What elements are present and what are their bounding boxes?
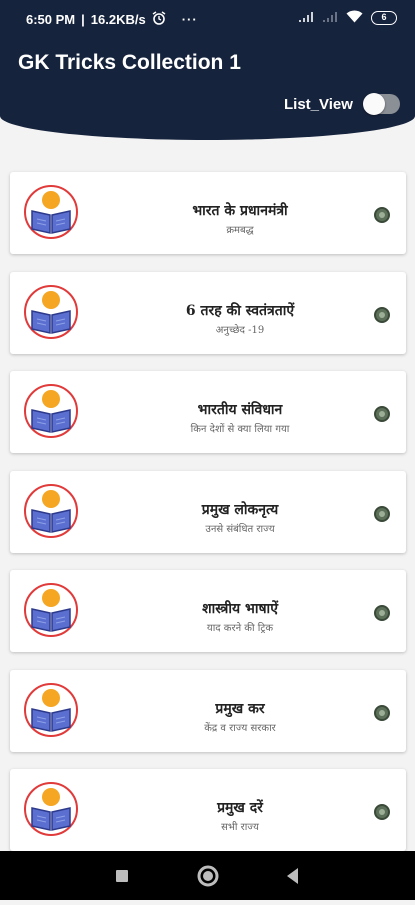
- reader-icon: [31, 688, 71, 732]
- item-title: शास्त्रीय भाषाऐं: [202, 601, 278, 617]
- list-view-toggle[interactable]: [363, 93, 400, 115]
- back-icon: [287, 868, 298, 884]
- list-item[interactable]: शास्त्रीय भाषाऐं याद करने की ट्रिक: [10, 570, 406, 652]
- avatar: [24, 682, 78, 737]
- status-dot-icon: [374, 406, 390, 422]
- list-view-label: List_View: [284, 96, 353, 113]
- status-dot-icon: [374, 207, 390, 223]
- status-left: 6:50 PM | 16.2KB/s ···: [26, 11, 198, 28]
- alarm-icon: [152, 11, 166, 28]
- list-item[interactable]: भारत के प्रधानमंत्री क्रमबद्ध: [10, 172, 406, 254]
- item-subtitle: केंद्र व राज्य सरकार: [204, 722, 276, 734]
- list-item[interactable]: 6 तरह की स्वतंत्रताऐं अनुच्छेद -19: [10, 271, 406, 354]
- item-subtitle: सभी राज्य: [221, 822, 259, 833]
- list-item[interactable]: भारतीय संविधान किन देशों से क्या लिया गय…: [10, 371, 406, 453]
- item-subtitle: किन देशों से क्या लिया गया: [190, 424, 290, 435]
- reader-icon: [31, 390, 71, 433]
- status-bar: 6:50 PM | 16.2KB/s ··· 6: [0, 0, 415, 36]
- list-item[interactable]: प्रमुख दरें सभी राज्य: [10, 769, 406, 851]
- status-dot-icon: [374, 605, 390, 621]
- status-dot-icon: [374, 306, 390, 323]
- item-title: प्रमुख कर: [215, 700, 265, 717]
- item-subtitle: याद करने की ट्रिक: [206, 623, 274, 634]
- item-title: भारत के प्रधानमंत्री: [192, 203, 288, 219]
- avatar: [24, 185, 78, 239]
- avatar: [24, 782, 78, 836]
- battery-level: 6: [381, 12, 387, 22]
- avatar: [24, 284, 78, 339]
- item-title: प्रमुख दरें: [217, 800, 263, 816]
- status-dot-icon: [374, 804, 390, 820]
- wifi-icon: [346, 10, 363, 26]
- toggle-knob: [363, 93, 385, 115]
- item-title: 6 तरह की स्वतंत्रताऐं: [185, 302, 295, 319]
- status-dot-icon: [374, 505, 390, 522]
- avatar: [24, 583, 78, 637]
- item-title: प्रमुख लोकनृत्य: [201, 501, 279, 518]
- signal-secondary-icon: [322, 11, 338, 26]
- signal-icon: [298, 11, 314, 26]
- status-time: 6:50 PM: [26, 12, 76, 27]
- status-dot-icon: [374, 704, 390, 721]
- reader-icon: [31, 191, 71, 234]
- back-button[interactable]: [273, 851, 313, 900]
- item-subtitle: क्रमबद्ध: [226, 225, 254, 236]
- reader-icon: [31, 290, 71, 334]
- list-item[interactable]: प्रमुख कर केंद्र व राज्य सरकार: [10, 669, 406, 752]
- recents-button[interactable]: [102, 851, 142, 900]
- status-right: 6: [298, 10, 397, 26]
- item-subtitle: अनुच्छेद -19: [215, 324, 265, 336]
- app-title: GK Tricks Collection 1: [18, 51, 241, 74]
- battery-icon: 6: [371, 11, 397, 25]
- recents-icon: [116, 870, 128, 882]
- avatar: [24, 384, 78, 438]
- more-notifications-icon: ···: [181, 12, 198, 27]
- network-speed: 16.2KB/s: [90, 12, 146, 27]
- reader-icon: [31, 489, 71, 533]
- app-header: 6:50 PM | 16.2KB/s ··· 6 GK Tricks Colle…: [0, 0, 415, 140]
- list-item[interactable]: प्रमुख लोकनृत्य उनसे संबंधित राज्य: [10, 470, 406, 553]
- reader-icon: [31, 589, 71, 632]
- system-nav-bar: [0, 851, 415, 900]
- home-button[interactable]: [188, 851, 228, 900]
- home-icon: [197, 865, 219, 887]
- avatar: [24, 483, 78, 538]
- item-subtitle: उनसे संबंधित राज्य: [205, 523, 275, 535]
- status-separator: |: [81, 12, 85, 27]
- item-title: भारतीय संविधान: [197, 402, 283, 418]
- reader-icon: [31, 788, 71, 831]
